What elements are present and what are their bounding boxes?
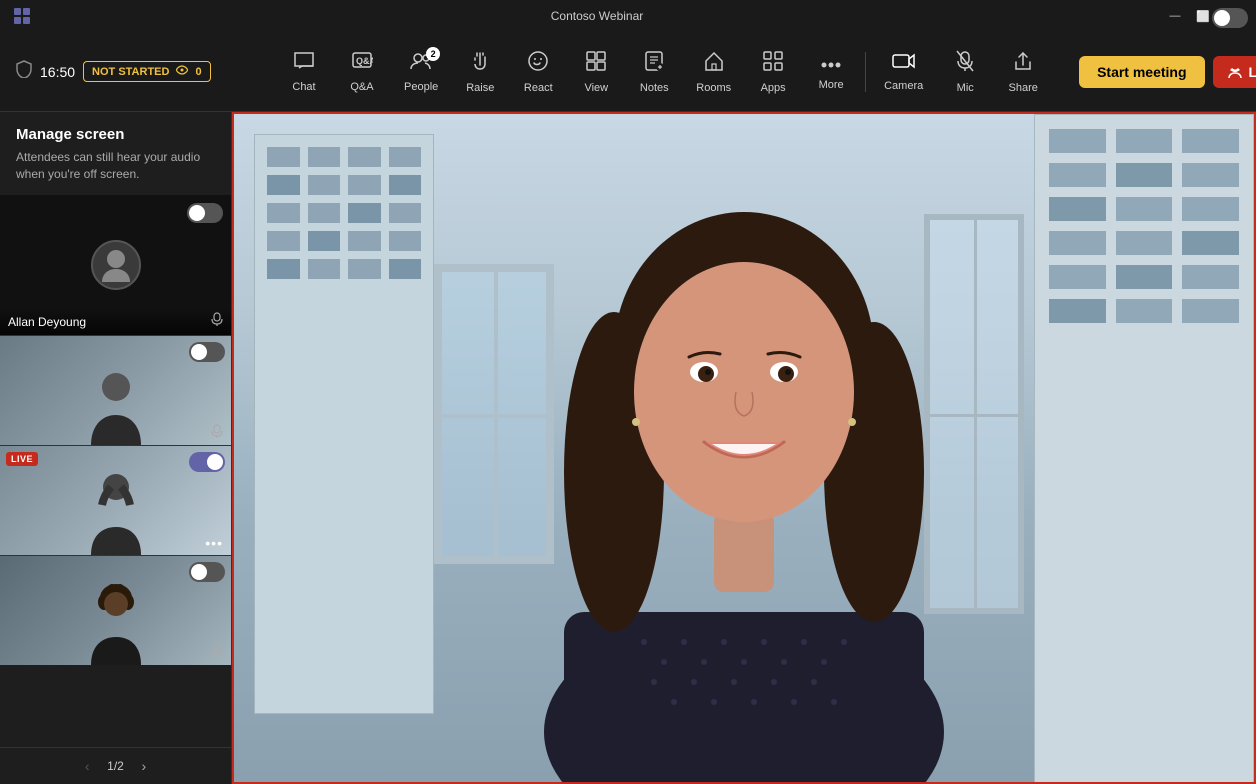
rooms-icon <box>703 50 725 78</box>
more-label: More <box>819 79 844 91</box>
presenter-tile: Allan Deyoung <box>0 195 231 335</box>
video-background <box>234 114 1254 782</box>
leave-label: Leave <box>1249 64 1256 80</box>
attendee-toggle-3[interactable] <box>189 452 225 472</box>
app-icon <box>12 6 32 26</box>
left-panel: Manage screen Attendees can still hear y… <box>0 112 232 784</box>
chat-icon <box>293 51 315 77</box>
toolbar: 16:50 NOT STARTED 0 Chat <box>0 32 1256 112</box>
raise-button[interactable]: Raise <box>452 44 508 100</box>
raise-label: Raise <box>466 82 494 94</box>
manage-screen-header: Manage screen Attendees can still hear y… <box>0 112 231 189</box>
shield-icon <box>16 60 32 83</box>
people-label: People <box>404 81 438 93</box>
view-label: View <box>584 82 608 94</box>
more-icon <box>820 52 842 75</box>
manage-screen-title: Manage screen <box>16 126 215 143</box>
main-speaker-video <box>234 114 1254 782</box>
window-title: Contoso Webinar <box>32 9 1162 23</box>
attendee-video-4 <box>0 556 231 665</box>
rooms-label: Rooms <box>696 82 731 94</box>
share-icon <box>1012 50 1034 78</box>
viewer-count: 0 <box>195 66 201 78</box>
chat-button[interactable]: Chat <box>276 45 332 99</box>
view-icon <box>585 50 607 78</box>
presenter-name: Allan Deyoung <box>8 315 86 329</box>
participant-list: Allan Deyoung <box>0 195 231 747</box>
qa-label: Q&A <box>350 81 373 93</box>
more-options-icon[interactable]: ••• <box>205 535 223 551</box>
svg-text:Q&A: Q&A <box>356 56 373 66</box>
toolbar-right: Start meeting Leave <box>1051 56 1256 88</box>
attendee-video-3: LIVE ••• <box>0 446 231 555</box>
attendee-tile-3: LIVE ••• <box>0 445 231 555</box>
apps-icon <box>762 50 784 78</box>
eye-icon <box>175 65 189 78</box>
prev-page-button[interactable]: ‹ <box>77 756 97 776</box>
rooms-button[interactable]: Rooms <box>684 44 743 100</box>
qa-icon: Q&A <box>351 51 373 77</box>
camera-label: Camera <box>884 80 923 92</box>
attendee-toggle-4[interactable] <box>189 562 225 582</box>
presenter-overlay: Allan Deyoung <box>0 308 231 335</box>
start-meeting-button[interactable]: Start meeting <box>1079 56 1204 88</box>
live-badge: LIVE <box>6 452 38 466</box>
people-button[interactable]: 2 People <box>392 45 450 99</box>
mic-button[interactable]: Mic <box>937 44 993 100</box>
pagination: ‹ 1/2 › <box>0 747 231 784</box>
react-icon <box>527 50 549 78</box>
manage-toggle[interactable] <box>1212 8 1248 28</box>
video-panel <box>232 112 1256 784</box>
attendee-mic-2 <box>211 424 223 441</box>
leave-group: Leave <box>1213 56 1256 88</box>
chat-label: Chat <box>292 81 315 93</box>
mic-label: Mic <box>957 82 974 94</box>
time-display: 16:50 <box>40 64 75 80</box>
toolbar-left: 16:50 NOT STARTED 0 <box>16 60 276 83</box>
manage-screen-desc: Attendees can still hear your audio when… <box>16 149 215 183</box>
attendee-tile-2 <box>0 335 231 445</box>
more-button[interactable]: More <box>803 46 859 97</box>
notes-label: Notes <box>640 82 669 94</box>
minimize-button[interactable]: — <box>1162 6 1188 26</box>
main-content: Manage screen Attendees can still hear y… <box>0 112 1256 784</box>
apps-label: Apps <box>761 82 786 94</box>
raise-icon <box>469 50 491 78</box>
title-bar: Contoso Webinar — ⬜ ✕ <box>0 0 1256 32</box>
status-label: NOT STARTED <box>92 66 169 78</box>
view-button[interactable]: View <box>568 44 624 100</box>
camera-button[interactable]: Camera <box>872 46 935 98</box>
status-badge: NOT STARTED 0 <box>83 61 211 82</box>
presenter-toggle[interactable] <box>187 203 223 223</box>
attendee-toggle-2[interactable] <box>189 342 225 362</box>
camera-icon <box>892 52 916 76</box>
attendee-mic-4 <box>211 644 223 661</box>
notes-button[interactable]: Notes <box>626 44 682 100</box>
attendee-tile-4 <box>0 555 231 665</box>
share-button[interactable]: Share <box>995 44 1051 100</box>
apps-button[interactable]: Apps <box>745 44 801 100</box>
leave-button[interactable]: Leave <box>1213 56 1256 88</box>
share-label: Share <box>1009 82 1038 94</box>
react-label: React <box>524 82 553 94</box>
mic-icon <box>956 50 974 78</box>
page-info: 1/2 <box>107 759 124 773</box>
qa-button[interactable]: Q&A Q&A <box>334 45 390 99</box>
notes-icon <box>643 50 665 78</box>
attendee-video-2 <box>0 336 231 445</box>
next-page-button[interactable]: › <box>134 756 154 776</box>
toolbar-center: Chat Q&A Q&A 2 People <box>276 44 1051 100</box>
presenter-mic-icon <box>211 312 223 329</box>
people-icon: 2 <box>410 51 432 77</box>
react-button[interactable]: React <box>510 44 566 100</box>
